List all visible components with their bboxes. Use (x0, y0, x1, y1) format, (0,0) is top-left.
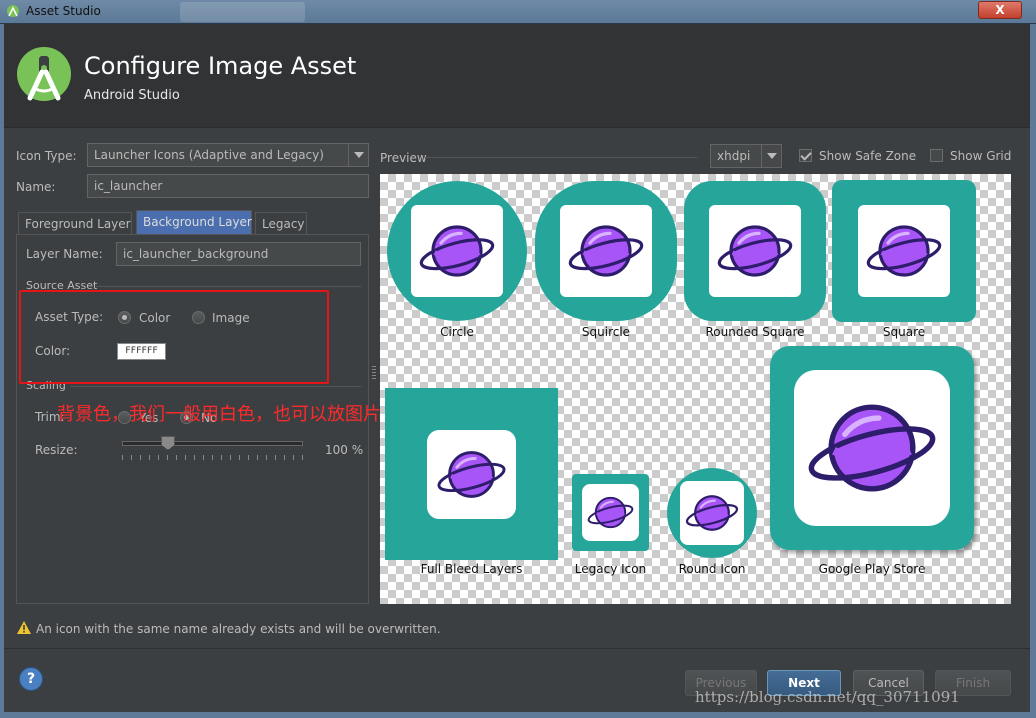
tab-background-layer[interactable]: Background Layer (136, 210, 252, 234)
annotation-highlight-box (19, 290, 329, 384)
planet-icon (435, 438, 508, 511)
title-bar: Asset Studio X (0, 0, 1036, 24)
close-button[interactable]: X (978, 1, 1022, 19)
google-play-store-icon-preview (770, 346, 974, 550)
icon-type-value: Launcher Icons (Adaptive and Legacy) (94, 148, 324, 162)
show-grid-checkbox[interactable] (930, 149, 943, 162)
icon-type-dropdown[interactable]: Launcher Icons (Adaptive and Legacy) (87, 143, 369, 167)
window-title: Asset Studio (26, 4, 101, 18)
preview-canvas: Circle Squircle Rounded Square Square Fu… (380, 174, 1011, 604)
android-studio-logo (17, 47, 71, 101)
icon-label-legacy-icon: Legacy Icon (574, 562, 647, 576)
android-studio-icon (7, 5, 19, 17)
squircle-icon-preview (535, 181, 677, 321)
icon-label-circle: Circle (440, 325, 474, 339)
divider (96, 286, 361, 287)
planet-icon (684, 485, 740, 541)
window-border-right (1030, 24, 1036, 718)
resize-slider-track[interactable] (122, 441, 303, 446)
divider (425, 157, 697, 158)
circle-icon-preview (387, 181, 527, 321)
planet-icon (586, 488, 635, 537)
density-value: xhdpi (717, 149, 751, 163)
density-dropdown[interactable]: xhdpi (710, 144, 782, 168)
square-icon-preview (832, 180, 976, 322)
window-border-left (0, 24, 4, 718)
show-safe-zone-label: Show Safe Zone (819, 149, 917, 163)
page-subtitle: Android Studio (84, 88, 180, 103)
planet-icon (804, 380, 940, 516)
warning-icon (17, 621, 31, 634)
rounded-square-icon-preview (684, 181, 826, 321)
icon-label-full-bleed-layers: Full Bleed Layers (420, 562, 523, 576)
chevron-down-icon (761, 145, 781, 167)
dialog-header: Configure Image Asset Android Studio (4, 24, 1030, 128)
icon-label-squircle: Squircle (581, 325, 631, 339)
window-border-bottom (0, 712, 1036, 718)
chevron-down-icon (348, 144, 368, 166)
show-safe-zone-checkbox[interactable] (799, 149, 812, 162)
icon-label-square: Square (882, 325, 926, 339)
watermark-text: https://blog.csdn.net/qq_30711091 (695, 688, 960, 706)
slider-ticks (122, 455, 303, 460)
tab-foreground-layer[interactable]: Foreground Layer (18, 212, 132, 234)
divider (70, 386, 361, 387)
help-button[interactable]: ? (19, 667, 43, 691)
name-label: Name: (16, 180, 56, 194)
full-bleed-layers-icon-preview (385, 388, 558, 560)
tab-legacy[interactable]: Legacy (255, 212, 307, 234)
page-title: Configure Image Asset (84, 52, 357, 80)
warning-message: An icon with the same name already exist… (36, 622, 441, 636)
planet-icon (864, 211, 944, 291)
splitter-handle[interactable] (372, 366, 376, 380)
icon-label-rounded-square: Rounded Square (705, 325, 805, 339)
legacy-icon-preview (572, 474, 649, 551)
planet-icon (566, 211, 646, 291)
layer-name-label: Layer Name: (26, 247, 103, 261)
icon-label-round-icon: Round Icon (678, 562, 746, 576)
planet-icon (715, 211, 795, 291)
footer-divider (4, 648, 1030, 649)
name-input[interactable]: ic_launcher (87, 174, 369, 198)
preview-label: Preview (380, 151, 427, 165)
resize-label: Resize: (35, 443, 78, 457)
icon-type-label: Icon Type: (16, 149, 77, 163)
show-grid-label: Show Grid (950, 149, 1012, 163)
round-icon-preview (667, 468, 757, 558)
resize-value: 100 % (325, 443, 364, 457)
planet-icon (417, 211, 497, 291)
annotation-text: 背景色，我们一般用白色，也可以放图片 (57, 404, 381, 425)
background-window-tab (180, 2, 305, 22)
layer-name-input[interactable]: ic_launcher_background (116, 242, 361, 266)
icon-label-google-play-store: Google Play Store (818, 562, 926, 576)
